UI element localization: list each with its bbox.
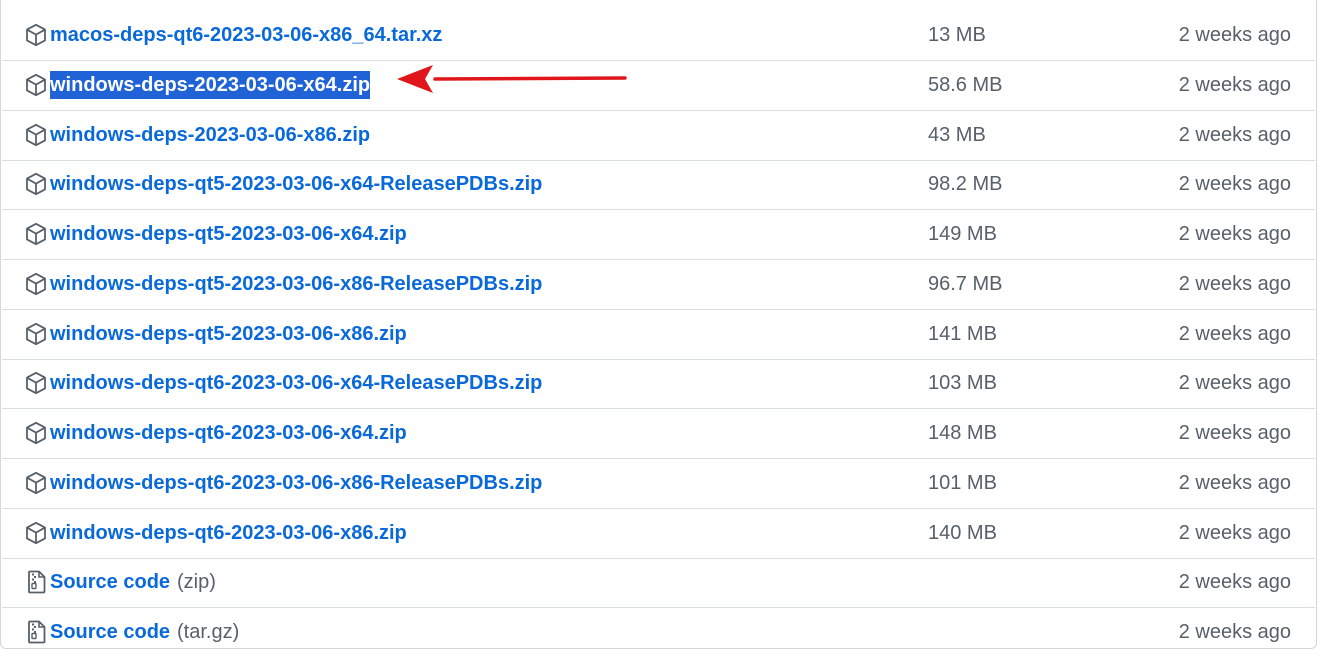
package-icon	[25, 222, 47, 246]
package-icon	[25, 521, 47, 545]
asset-link[interactable]: windows-deps-qt6-2023-03-06-x64-ReleaseP…	[50, 369, 542, 397]
asset-row: Source code (tar.gz) 2 weeks ago	[2, 608, 1315, 658]
asset-size: 13 MB	[928, 24, 986, 46]
asset-timestamp: 2 weeks ago	[1178, 124, 1291, 146]
asset-link[interactable]: windows-deps-qt5-2023-03-06-x64.zip	[50, 220, 407, 248]
asset-timestamp: 2 weeks ago	[1178, 223, 1291, 245]
asset-row: windows-deps-qt5-2023-03-06-x86.zip 141 M…	[2, 310, 1315, 360]
package-icon	[25, 272, 47, 296]
asset-row: windows-deps-qt6-2023-03-06-x64.zip 148 M…	[2, 409, 1315, 459]
asset-size: 43 MB	[928, 124, 986, 146]
asset-link[interactable]: Source code	[50, 568, 170, 596]
asset-row: windows-deps-qt5-2023-03-06-x86-ReleaseP…	[2, 260, 1315, 310]
asset-size: 101 MB	[928, 472, 997, 494]
asset-link[interactable]: windows-deps-qt5-2023-03-06-x86.zip	[50, 320, 407, 348]
asset-link[interactable]: windows-deps-qt5-2023-03-06-x64-ReleaseP…	[50, 170, 542, 198]
asset-format-label: (tar.gz)	[177, 621, 240, 643]
package-icon	[25, 421, 47, 445]
asset-row: windows-deps-2023-03-06-x64.zip 58.6 MB 2 …	[2, 61, 1315, 111]
asset-row: windows-deps-qt6-2023-03-06-x64-ReleaseP…	[2, 359, 1315, 409]
asset-row: windows-deps-2023-03-06-x86.zip 43 MB 2 we…	[2, 111, 1315, 161]
asset-row: Source code (zip) 2 weeks ago	[2, 558, 1315, 608]
asset-timestamp: 2 weeks ago	[1178, 173, 1291, 195]
release-assets-list: macos-deps-qt6-2023-03-06-x86_64.tar.xz 1…	[0, 0, 1317, 649]
asset-row: macos-deps-qt6-2023-03-06-x86_64.tar.xz 1…	[2, 11, 1315, 61]
asset-timestamp: 2 weeks ago	[1178, 621, 1291, 643]
file-zip-icon	[25, 620, 47, 644]
asset-timestamp: 2 weeks ago	[1178, 74, 1291, 96]
file-zip-icon	[25, 570, 47, 594]
asset-link[interactable]: windows-deps-2023-03-06-x86.zip	[50, 121, 370, 149]
asset-timestamp: 2 weeks ago	[1178, 372, 1291, 394]
asset-size: 148 MB	[928, 422, 997, 444]
package-icon	[25, 471, 47, 495]
asset-timestamp: 2 weeks ago	[1178, 24, 1291, 46]
package-icon	[25, 322, 47, 346]
package-icon	[25, 371, 47, 395]
asset-link[interactable]: windows-deps-qt6-2023-03-06-x86-ReleaseP…	[50, 469, 542, 497]
asset-timestamp: 2 weeks ago	[1178, 323, 1291, 345]
asset-timestamp: 2 weeks ago	[1178, 273, 1291, 295]
asset-size: 149 MB	[928, 223, 997, 245]
asset-row: windows-deps-qt5-2023-03-06-x64.zip 149 M…	[2, 210, 1315, 260]
asset-size: 58.6 MB	[928, 74, 1003, 96]
asset-row: windows-deps-qt6-2023-03-06-x86-ReleaseP…	[2, 459, 1315, 509]
asset-link[interactable]: macos-deps-qt6-2023-03-06-x86_64.tar.xz	[50, 21, 442, 49]
asset-timestamp: 2 weeks ago	[1178, 571, 1291, 593]
red-arrow-icon	[397, 65, 627, 93]
asset-timestamp: 2 weeks ago	[1178, 472, 1291, 494]
asset-timestamp: 2 weeks ago	[1178, 522, 1291, 544]
asset-link[interactable]: windows-deps-qt6-2023-03-06-x64.zip	[50, 419, 407, 447]
asset-size: 140 MB	[928, 522, 997, 544]
asset-size: 98.2 MB	[928, 173, 1003, 195]
asset-link[interactable]: windows-deps-2023-03-06-x64.zip	[50, 71, 371, 99]
asset-row: windows-deps-qt5-2023-03-06-x64-ReleaseP…	[2, 160, 1315, 210]
package-icon	[25, 73, 47, 97]
package-icon	[25, 23, 47, 47]
asset-link[interactable]: windows-deps-qt6-2023-03-06-x86.zip	[50, 519, 407, 547]
asset-timestamp: 2 weeks ago	[1178, 422, 1291, 444]
asset-link[interactable]: Source code	[50, 618, 170, 646]
asset-format-label: (zip)	[177, 571, 216, 593]
asset-link[interactable]: windows-deps-qt5-2023-03-06-x86-ReleaseP…	[50, 270, 542, 298]
asset-row: windows-deps-qt6-2023-03-06-x86.zip 140 M…	[2, 509, 1315, 559]
asset-size: 96.7 MB	[928, 273, 1003, 295]
asset-size: 103 MB	[928, 372, 997, 394]
asset-size: 141 MB	[928, 323, 997, 345]
package-icon	[25, 172, 47, 196]
package-icon	[25, 123, 47, 147]
